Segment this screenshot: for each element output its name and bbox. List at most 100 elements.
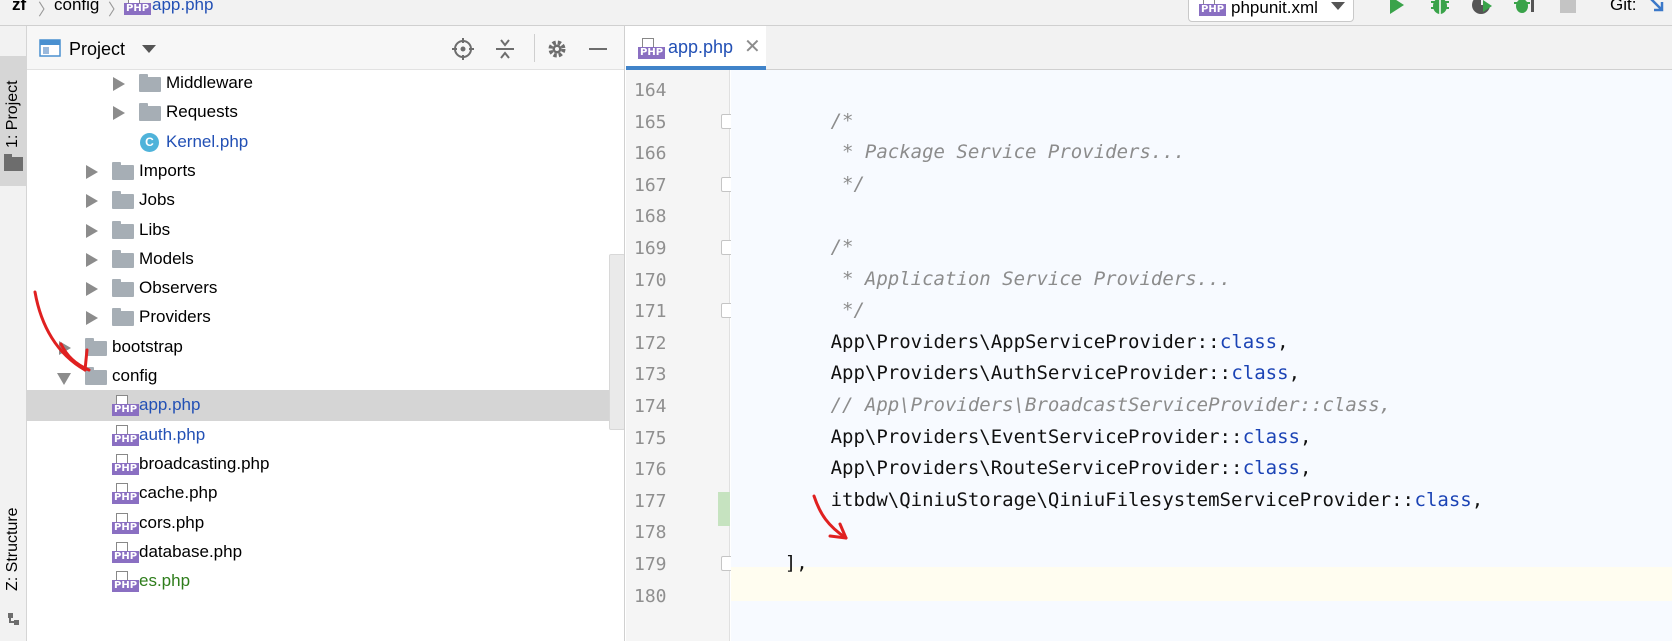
code-area[interactable]: /* * Package Service Providers... */ /* *… (731, 70, 1672, 641)
folder-icon (112, 279, 134, 298)
collapse-all-icon[interactable] (494, 38, 516, 60)
breadcrumb-item-project[interactable]: zf (12, 0, 26, 15)
tree-item-label: Imports (139, 160, 196, 180)
php-file-icon: PHP (112, 395, 140, 417)
tree-item-config[interactable]: config (27, 361, 624, 392)
line-number: 178 (634, 522, 667, 544)
chevron-down-icon[interactable] (142, 45, 156, 53)
code-text: , (1288, 362, 1301, 385)
tree-item-auth-php[interactable]: PHP auth.php (27, 420, 624, 451)
class-icon: C (140, 132, 159, 152)
line-number: 170 (634, 269, 667, 291)
breadcrumb-item-config[interactable]: config (54, 0, 99, 15)
tree-item-cache-php[interactable]: PHP cache.php (27, 478, 624, 509)
project-view-title[interactable]: Project (69, 39, 125, 60)
line-number: 174 (634, 396, 667, 417)
folder-icon (112, 249, 134, 268)
tree-item-label: Providers (139, 307, 211, 327)
git-update-icon[interactable] (1646, 0, 1670, 16)
folder-icon (85, 337, 107, 356)
line-number: 164 (634, 80, 667, 101)
tree-item-label: cache.php (139, 483, 218, 503)
tool-window-strip: 1: Project Z: Structure (0, 26, 27, 641)
tree-item-app-php[interactable]: PHP app.php (27, 390, 624, 422)
tree-item-requests[interactable]: Requests (27, 97, 624, 128)
chevron-down-icon[interactable] (57, 373, 71, 385)
tree-item-kernel-php[interactable]: C Kernel.php (27, 127, 624, 158)
profile-icon[interactable] (1512, 0, 1536, 16)
php-file-icon: PHP (638, 38, 666, 60)
editor-tab-app-php[interactable]: PHP app.php ✕ (626, 26, 766, 70)
chevron-right-icon[interactable] (113, 106, 125, 121)
tree-item-label: Libs (139, 219, 171, 239)
tool-window-tab-project[interactable]: 1: Project (0, 56, 27, 186)
chevron-right-icon[interactable] (113, 77, 125, 91)
tree-item-providers[interactable]: Providers (27, 302, 624, 333)
code-keyword: class (1231, 362, 1289, 385)
chevron-right-icon[interactable] (86, 252, 98, 267)
breadcrumb-item-file[interactable]: app.php (152, 0, 213, 15)
coverage-icon[interactable] (1470, 0, 1494, 16)
tree-item-label: Requests (166, 102, 238, 122)
structure-tab-label[interactable]: Z: Structure (4, 507, 22, 591)
tree-item-label: es.php (139, 571, 191, 591)
stop-icon[interactable] (1556, 0, 1580, 16)
chevron-right-icon[interactable] (86, 164, 98, 179)
breadcrumb-separator: 〉 (108, 2, 125, 19)
locate-icon[interactable] (452, 38, 474, 60)
code-text: , (1300, 457, 1312, 480)
minimize-icon[interactable] (587, 38, 609, 60)
line-number: 168 (634, 206, 667, 228)
tree-item-imports[interactable]: Imports (27, 156, 624, 187)
code-keyword: class (1242, 425, 1300, 448)
tree-item-es-php[interactable]: PHP es.php (27, 566, 624, 597)
code-comment: /* (830, 236, 854, 258)
chevron-right-icon[interactable] (86, 223, 98, 238)
chevron-right-icon[interactable] (59, 340, 71, 355)
tree-item-cors-php[interactable]: PHP cors.php (27, 508, 624, 539)
code-comment: */ (830, 299, 865, 322)
gear-icon[interactable] (546, 38, 568, 60)
code-keyword: class (1242, 457, 1300, 480)
debug-icon[interactable] (1428, 0, 1452, 16)
run-configuration-select[interactable]: PHP phpunit.xml (1188, 0, 1354, 22)
run-icon[interactable] (1384, 0, 1408, 16)
php-file-icon: PHP (112, 512, 140, 535)
code-text: App\Providers\RouteServiceProvider:: (830, 457, 1243, 480)
php-file-icon: PHP (112, 453, 140, 476)
line-number: 169 (634, 238, 667, 259)
tree-item-bootstrap[interactable]: bootstrap (27, 332, 624, 363)
chevron-right-icon[interactable] (86, 311, 98, 326)
tree-item-label: broadcasting.php (139, 453, 270, 473)
tree-scrollbar[interactable] (609, 254, 624, 430)
folder-icon (112, 220, 134, 239)
tree-item-database-php[interactable]: PHP database.php (27, 537, 624, 568)
run-configuration-name: phpunit.xml (1231, 0, 1318, 17)
breadcrumb-separator: 〉 (38, 2, 55, 19)
project-view-icon (39, 39, 61, 57)
chevron-right-icon[interactable] (86, 194, 98, 209)
code-text: , (1471, 488, 1484, 511)
folder-icon (112, 161, 134, 180)
tree-item-label: database.php (139, 541, 243, 561)
tree-item-observers[interactable]: Observers (27, 273, 624, 304)
tree-item-label: bootstrap (112, 336, 183, 356)
project-panel-header: Project (27, 26, 624, 70)
tree-item-jobs[interactable]: Jobs (27, 185, 624, 216)
tree-item-label: Middleware (166, 73, 253, 92)
tree-item-label: app.php (139, 395, 201, 415)
tree-item-libs[interactable]: Libs (27, 215, 624, 246)
folder-icon (85, 367, 107, 385)
close-icon[interactable]: ✕ (744, 34, 761, 59)
code-comment: // App\Providers\BroadcastServiceProvide… (830, 394, 1392, 416)
vcs-change-marker[interactable] (718, 492, 730, 526)
current-line-highlight (731, 567, 1672, 601)
code-text: , (1277, 330, 1289, 353)
tree-item-label: Observers (139, 278, 218, 298)
line-number: 175 (634, 427, 667, 449)
tree-item-broadcasting-php[interactable]: PHP broadcasting.php (27, 449, 624, 480)
navigation-bar: zf 〉 config 〉 PHP app.php PHP phpunit.xm… (0, 0, 1672, 26)
chevron-right-icon[interactable] (86, 282, 98, 297)
tree-item-models[interactable]: Models (27, 244, 624, 275)
tree-item-middleware[interactable]: Middleware (27, 68, 624, 99)
